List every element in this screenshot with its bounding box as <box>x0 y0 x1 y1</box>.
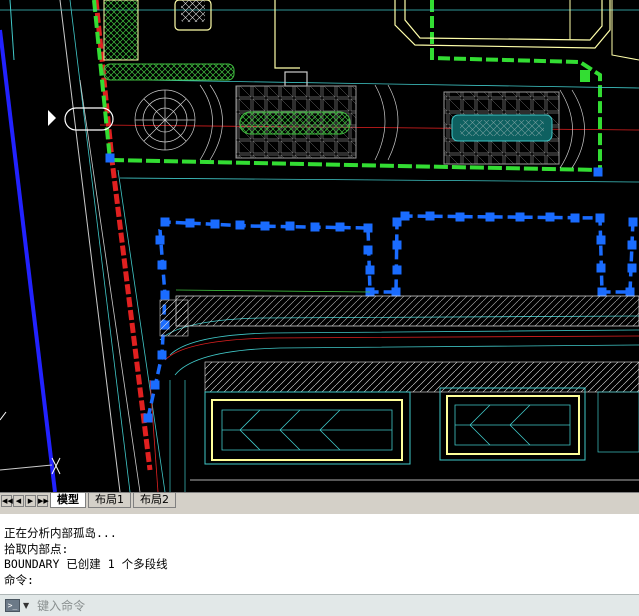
grip-handle[interactable] <box>365 265 375 275</box>
prev-tab-button[interactable]: ◀ <box>13 494 24 507</box>
building-footprint-left <box>204 391 411 465</box>
grip-handle[interactable] <box>392 265 402 275</box>
grip-handle[interactable] <box>595 213 605 223</box>
building-footprint-right <box>439 387 586 461</box>
history-line: 正在分析内部孤岛... <box>4 526 117 540</box>
command-input[interactable] <box>37 598 598 613</box>
grip-handle[interactable] <box>597 287 607 297</box>
grip-handle[interactable] <box>310 222 320 232</box>
right-edge-lines <box>569 0 639 61</box>
grip-handle[interactable] <box>570 213 580 223</box>
grip-handle[interactable] <box>455 212 465 222</box>
grip-handle[interactable] <box>425 211 435 221</box>
grip-handle[interactable] <box>625 287 635 297</box>
parking-row-fill <box>176 296 639 326</box>
last-tab-button[interactable]: ▶▶ <box>37 494 49 507</box>
grip-handle[interactable] <box>335 222 345 232</box>
grip-handle[interactable] <box>596 263 606 273</box>
tab-model[interactable]: 模型 <box>50 493 86 508</box>
grip-handle[interactable] <box>363 223 373 233</box>
circular-plaza <box>134 89 196 151</box>
top-building-inner <box>181 0 205 22</box>
blue-road-line <box>0 0 57 493</box>
history-line: BOUNDARY 已创建 1 个多段线 <box>4 557 168 571</box>
top-right-building <box>274 0 611 87</box>
hatch-block <box>103 0 139 61</box>
grip-handle[interactable] <box>285 221 295 231</box>
hatch-strip <box>103 63 235 81</box>
grip-handle[interactable] <box>392 217 402 227</box>
history-line: 拾取内部点: <box>4 541 69 556</box>
grip-handle[interactable] <box>150 380 160 390</box>
grip-handle[interactable] <box>157 260 167 270</box>
grip-handle[interactable] <box>485 212 495 222</box>
grip-handle[interactable] <box>363 245 373 255</box>
grip-handle[interactable] <box>593 167 603 177</box>
command-history: 正在分析内部孤岛... 拾取内部点: BOUNDARY 已创建 1 个多段线 命… <box>0 514 639 594</box>
layout-tab-bar: ◀◀ ◀ ▶ ▶▶ 模型 布局1 布局2 <box>0 492 639 508</box>
triangle-marker-icon <box>48 110 56 126</box>
chevron-down-icon[interactable]: ▼ <box>23 601 29 610</box>
grip-handle[interactable] <box>545 212 555 222</box>
tab-layout1[interactable]: 布局1 <box>88 493 131 508</box>
hedge-pill <box>239 111 351 135</box>
grip-handle[interactable] <box>210 219 220 229</box>
grip-handle[interactable] <box>627 240 637 250</box>
command-line-icon[interactable]: >_ <box>5 599 20 612</box>
grip-handle[interactable] <box>235 220 245 230</box>
grip-handle[interactable] <box>160 290 170 300</box>
grip-handle[interactable] <box>157 350 167 360</box>
grip-handle[interactable] <box>260 221 270 231</box>
grip-handle[interactable] <box>105 153 115 163</box>
grip-handle[interactable] <box>185 218 195 228</box>
water-feature-inner <box>460 120 544 136</box>
first-tab-button[interactable]: ◀◀ <box>1 494 13 507</box>
history-line: 命令: <box>4 572 34 587</box>
grip-handle[interactable] <box>515 212 525 222</box>
grip-handle[interactable] <box>400 211 410 221</box>
grip-handle[interactable] <box>155 235 165 245</box>
tab-layout2[interactable]: 布局2 <box>133 493 176 508</box>
grip-handle[interactable] <box>596 235 606 245</box>
grip-handle[interactable] <box>391 287 401 297</box>
next-tab-button[interactable]: ▶ <box>25 494 36 507</box>
grip-handle[interactable] <box>627 263 637 273</box>
grip-handle[interactable] <box>628 217 638 227</box>
green-strip <box>175 289 371 293</box>
command-line-bar: >_ ▼ <box>0 594 639 616</box>
grip-handle[interactable] <box>143 413 153 423</box>
grip-handle[interactable] <box>160 217 170 227</box>
green-post <box>580 70 590 82</box>
parking-row-left-fill <box>159 299 189 337</box>
grip-handle[interactable] <box>392 240 402 250</box>
drawing-canvas[interactable] <box>0 0 639 493</box>
